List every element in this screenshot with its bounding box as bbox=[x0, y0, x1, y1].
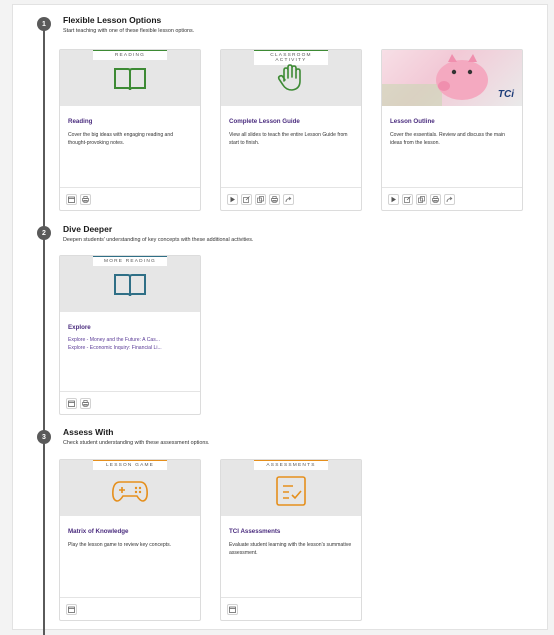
card-toolbar bbox=[60, 187, 200, 210]
calendar-button[interactable] bbox=[66, 603, 77, 615]
timeline-line bbox=[43, 23, 45, 635]
edit-button[interactable] bbox=[402, 193, 413, 205]
card-toolbar bbox=[60, 597, 200, 620]
play-button[interactable] bbox=[227, 193, 238, 205]
print-button[interactable] bbox=[269, 193, 280, 205]
book-icon bbox=[114, 68, 146, 91]
section-3-description: Check student understanding with these a… bbox=[63, 440, 210, 446]
book-icon bbox=[114, 274, 146, 297]
play-icon bbox=[391, 196, 396, 202]
copy-icon bbox=[257, 195, 264, 203]
calendar-icon bbox=[68, 400, 75, 407]
card-description: Cover the big ideas with engaging readin… bbox=[68, 132, 174, 146]
card-description: Evaluate student learning with the lesso… bbox=[229, 542, 352, 556]
section-1-description: Start teaching with one of these flexibl… bbox=[63, 28, 195, 34]
card-title[interactable]: TCI Assessments bbox=[229, 528, 361, 535]
piggy-bank-image: TCi bbox=[382, 50, 522, 106]
card-lesson-outline[interactable]: TCi Lesson Outline Cover the essentials.… bbox=[381, 49, 523, 211]
section-1-title: Flexible Lesson Options bbox=[63, 15, 162, 25]
explore-link-2[interactable]: Explore - Economic Inquiry: Financial Li… bbox=[68, 344, 192, 352]
print-button[interactable] bbox=[430, 193, 441, 205]
print-icon bbox=[271, 195, 278, 203]
print-icon bbox=[82, 195, 89, 203]
share-button[interactable] bbox=[283, 193, 294, 205]
edit-button[interactable] bbox=[241, 193, 252, 205]
print-icon bbox=[82, 399, 89, 407]
gamepad-icon bbox=[112, 481, 148, 502]
print-button[interactable] bbox=[80, 397, 91, 409]
calendar-button[interactable] bbox=[66, 397, 77, 409]
tci-logo: TCi bbox=[497, 89, 514, 100]
print-icon bbox=[432, 195, 439, 203]
step-1-badge: 1 bbox=[37, 17, 51, 31]
card-explore[interactable]: MORE READING Explore Explore - Money and… bbox=[59, 255, 201, 415]
card-reading[interactable]: READING Reading Cover the big ideas with… bbox=[59, 49, 201, 211]
section-2-description: Deepen students' understanding of key co… bbox=[63, 237, 254, 243]
card-matrix-of-knowledge[interactable]: LESSON GAME Matrix of Knowledge Play the… bbox=[59, 459, 201, 621]
card-toolbar bbox=[60, 391, 200, 414]
play-button[interactable] bbox=[388, 193, 399, 205]
card-toolbar bbox=[221, 597, 361, 620]
card-tci-assessments[interactable]: ASSESSMENTS TCI Assessments Evaluate stu… bbox=[220, 459, 362, 621]
card-title[interactable]: Explore bbox=[68, 324, 200, 331]
step-2-badge: 2 bbox=[37, 226, 51, 240]
card-tag: LESSON GAME bbox=[93, 460, 167, 470]
card-tag: READING bbox=[93, 50, 167, 60]
card-hero: TCi bbox=[382, 50, 522, 106]
edit-icon bbox=[243, 195, 250, 203]
share-icon bbox=[446, 196, 453, 202]
card-title[interactable]: Reading bbox=[68, 118, 200, 125]
card-hero: MORE READING bbox=[60, 256, 200, 312]
copy-icon bbox=[418, 195, 425, 203]
explore-link-1[interactable]: Explore - Money and the Future: A Cas... bbox=[68, 336, 192, 344]
card-complete-lesson-guide[interactable]: CLASSROOM ACTIVITY Complete Lesson Guide… bbox=[220, 49, 362, 211]
card-hero: ASSESSMENTS bbox=[221, 460, 361, 516]
copy-button[interactable] bbox=[416, 193, 427, 205]
card-toolbar bbox=[382, 187, 522, 210]
calendar-icon bbox=[229, 606, 236, 613]
card-hero: LESSON GAME bbox=[60, 460, 200, 516]
checklist-icon bbox=[276, 476, 306, 506]
card-description: Cover the essentials. Review and discuss… bbox=[390, 132, 505, 146]
card-tag: MORE READING bbox=[93, 256, 167, 266]
calendar-button[interactable] bbox=[66, 193, 77, 205]
share-icon bbox=[285, 196, 292, 202]
hand-icon bbox=[277, 64, 301, 91]
calendar-icon bbox=[68, 196, 75, 203]
card-tag: ASSESSMENTS bbox=[254, 460, 328, 470]
calendar-button[interactable] bbox=[227, 603, 238, 615]
card-title[interactable]: Lesson Outline bbox=[390, 118, 522, 125]
copy-button[interactable] bbox=[255, 193, 266, 205]
card-toolbar bbox=[221, 187, 361, 210]
share-button[interactable] bbox=[444, 193, 455, 205]
play-icon bbox=[230, 196, 235, 202]
step-3-badge: 3 bbox=[37, 430, 51, 444]
card-description: View all slides to teach the entire Less… bbox=[229, 132, 348, 146]
calendar-icon bbox=[68, 606, 75, 613]
edit-icon bbox=[404, 195, 411, 203]
card-title[interactable]: Matrix of Knowledge bbox=[68, 528, 200, 535]
card-hero: CLASSROOM ACTIVITY bbox=[221, 50, 361, 106]
section-2-title: Dive Deeper bbox=[63, 224, 113, 234]
card-hero: READING bbox=[60, 50, 200, 106]
section-3-title: Assess With bbox=[63, 427, 114, 437]
print-button[interactable] bbox=[80, 193, 91, 205]
card-description: Play the lesson game to review key conce… bbox=[68, 542, 172, 548]
card-title[interactable]: Complete Lesson Guide bbox=[229, 118, 361, 125]
lesson-page: 1 Flexible Lesson Options Start teaching… bbox=[12, 4, 548, 635]
